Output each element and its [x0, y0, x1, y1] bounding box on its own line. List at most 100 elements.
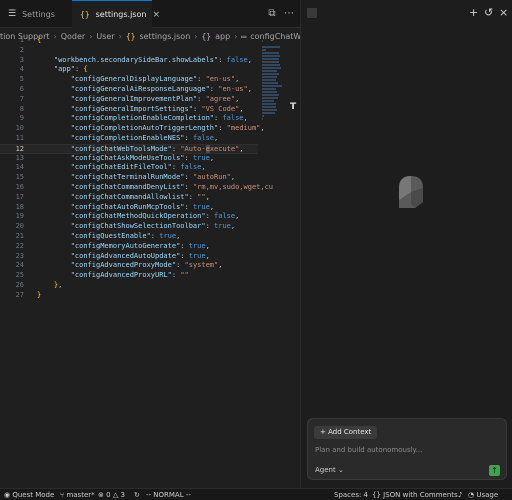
code-text[interactable]: "configGeneralImportSettings": "VS Code"… [37, 105, 244, 115]
code-text[interactable]: "configGeneralAiResponseLanguage": "en-u… [37, 85, 252, 95]
code-line[interactable]: 21 "configQuestEnable": true, [0, 232, 258, 242]
code-line[interactable]: 4 "app": { [0, 65, 258, 75]
code-text[interactable]: "configGeneralDisplayLanguage": "en-us", [37, 75, 240, 85]
code-line[interactable]: 11 "configCompletionEnableNES": false, [0, 134, 258, 144]
code-line[interactable]: 25 "configAdvancedProxyURL": "" [0, 271, 258, 281]
code-line[interactable]: 27} [0, 291, 258, 301]
mode-select[interactable]: Agent ⌄ [315, 466, 344, 474]
code-text[interactable]: "configCompletionAutoTriggerLength": "me… [37, 124, 265, 134]
code-text[interactable]: "configAdvancedProxyURL": "" [37, 271, 189, 281]
tab-settings-json[interactable]: {} settings.json × [72, 0, 160, 28]
minimap-line [262, 79, 276, 81]
code-line[interactable]: 22 "configMemoryAutoGenerate": true, [0, 242, 258, 252]
code-line[interactable]: 3 "workbench.secondarySideBar.showLabels… [0, 56, 258, 66]
code-text[interactable]: "app": { [37, 65, 88, 75]
indentation-status[interactable]: Spaces: 4 [334, 490, 368, 500]
code-line[interactable]: 10 "configCompletionAutoTriggerLength": … [0, 124, 265, 134]
code-text[interactable]: "configChatShowSelectionToolbar": true, [37, 222, 235, 232]
branch-status[interactable]: ⑂ master* [60, 490, 95, 500]
code-text[interactable]: "configQuestEnable": true, [37, 232, 181, 242]
tab-label: Settings [22, 9, 55, 19]
close-icon[interactable]: × [499, 6, 508, 20]
code-text[interactable]: "configChatAutoRunMcpTools": true, [37, 203, 214, 213]
code-line[interactable]: 7 "configGeneralImprovementPlan": "agree… [0, 95, 258, 105]
code-text[interactable]: "configChatCommandAllowlist": "", [37, 193, 210, 203]
usage-label: Usage [476, 491, 499, 499]
line-number: 16 [15, 182, 24, 191]
code-line[interactable]: 1{ [0, 36, 258, 46]
minimap-line [262, 109, 278, 111]
git-branch-icon: ⑂ [60, 491, 65, 499]
code-line[interactable]: 20 "configChatShowSelectionToolbar": tru… [0, 222, 258, 232]
code-line[interactable]: 8 "configGeneralImportSettings": "VS Cod… [0, 105, 258, 115]
tab-settings[interactable]: ☰ Settings [0, 0, 66, 28]
split-editor-icon[interactable]: ⧉ [266, 8, 278, 20]
problems-status[interactable]: ⊗ 0 △ 3 [98, 490, 125, 500]
json-braces-icon: {} [80, 10, 90, 19]
code-line[interactable]: 12 "configChatWebToolsMode": "Auto-execu… [0, 143, 258, 154]
close-icon[interactable]: × [152, 10, 160, 20]
notifications-icon[interactable]: ♪ [458, 490, 462, 500]
line-number: 10 [15, 124, 24, 133]
minimap-line [262, 52, 279, 54]
add-context-button[interactable]: + Add Context [314, 426, 378, 439]
code-line[interactable]: 2 [0, 46, 258, 56]
code-text[interactable]: "configChatMethodQuickOperation": false, [37, 212, 240, 222]
errors-count: 0 [106, 491, 111, 499]
language-label: JSON with Comments [383, 491, 458, 499]
send-button[interactable]: ↑ [489, 465, 500, 476]
minimap[interactable] [262, 40, 288, 120]
warning-icon: △ [112, 491, 119, 499]
quest-mode-status[interactable]: ◉ Quest Mode [4, 490, 54, 500]
code-text[interactable]: "workbench.secondarySideBar.showLabels":… [37, 56, 252, 66]
code-line[interactable]: 9 "configCompletionEnableCompletion": fa… [0, 114, 258, 124]
code-text[interactable]: "configChatCommandDenyList": "rm,mv,sudo… [37, 183, 273, 193]
code-line[interactable]: 18 "configChatAutoRunMcpTools": true, [0, 203, 258, 213]
code-line[interactable]: 19 "configChatMethodQuickOperation": fal… [0, 212, 258, 222]
code-line[interactable]: 17 "configChatCommandAllowlist": "", [0, 193, 258, 203]
code-text[interactable]: "configChatAskModeUseTools": true, [37, 154, 214, 164]
usage-status[interactable]: ◔ Usage [468, 490, 498, 500]
minimap-line [262, 115, 265, 117]
line-number: 4 [19, 65, 24, 74]
code-text[interactable]: "configCompletionEnableCompletion": fals… [37, 114, 248, 124]
chat-input-box[interactable]: + Add Context Plan and build autonomousl… [307, 418, 507, 480]
code-text[interactable]: "configChatEditFileTool": false, [37, 163, 206, 173]
code-text[interactable]: "configCompletionEnableNES": false, [37, 134, 219, 144]
panel-toggle-icon[interactable] [307, 8, 317, 18]
code-text[interactable]: "configMemoryAutoGenerate": true, [37, 242, 210, 252]
code-line[interactable]: 23 "configAdvancedAutoUpdate": true, [0, 252, 258, 262]
code-text[interactable]: "configChatTerminalRunMode": "autoRun", [37, 173, 235, 183]
more-actions-icon[interactable]: ⋯ [283, 8, 295, 20]
code-editor[interactable]: 1{2 3 "workbench.secondarySideBar.showLab… [0, 36, 273, 306]
mode-label: Agent [315, 466, 336, 474]
code-text[interactable]: "configAdvancedAutoUpdate": true, [37, 252, 210, 262]
line-number: 18 [15, 202, 24, 211]
code-line[interactable]: 26 }, [0, 281, 258, 291]
code-text[interactable]: { [37, 36, 41, 46]
code-text[interactable]: "configAdvancedProxyMode": "system", [37, 261, 223, 271]
minimap-line [262, 82, 279, 84]
code-text[interactable]: "configGeneralImprovementPlan": "agree", [37, 95, 240, 105]
plus-icon[interactable]: + [469, 6, 478, 20]
history-icon[interactable]: ↺ [484, 6, 493, 20]
code-line[interactable]: 15 "configChatTerminalRunMode": "autoRun… [0, 173, 258, 183]
line-number: 8 [19, 104, 24, 113]
code-line[interactable]: 16 "configChatCommandDenyList": "rm,mv,s… [0, 182, 273, 193]
code-text[interactable]: } [37, 291, 41, 301]
code-line[interactable]: 13 "configChatAskModeUseTools": true, [0, 154, 258, 164]
code-line[interactable]: 5 "configGeneralDisplayLanguage": "en-us… [0, 75, 258, 85]
code-line[interactable]: 14 "configChatEditFileTool": false, [0, 163, 258, 173]
code-text[interactable]: }, [37, 281, 62, 291]
chat-input-placeholder[interactable]: Plan and build autonomously... [315, 446, 422, 454]
editor-scrollbar[interactable] [290, 40, 299, 484]
line-number: 24 [15, 261, 24, 270]
minimap-line [262, 85, 282, 87]
language-mode-status[interactable]: {} JSON with Comments [372, 490, 458, 500]
minimap-line [262, 91, 277, 93]
line-number: 23 [15, 251, 24, 260]
sync-icon[interactable]: ↻ [134, 490, 140, 500]
code-line[interactable]: 6 "configGeneralAiResponseLanguage": "en… [0, 85, 258, 95]
line-number: 15 [15, 173, 24, 182]
code-line[interactable]: 24 "configAdvancedProxyMode": "system", [0, 261, 258, 271]
